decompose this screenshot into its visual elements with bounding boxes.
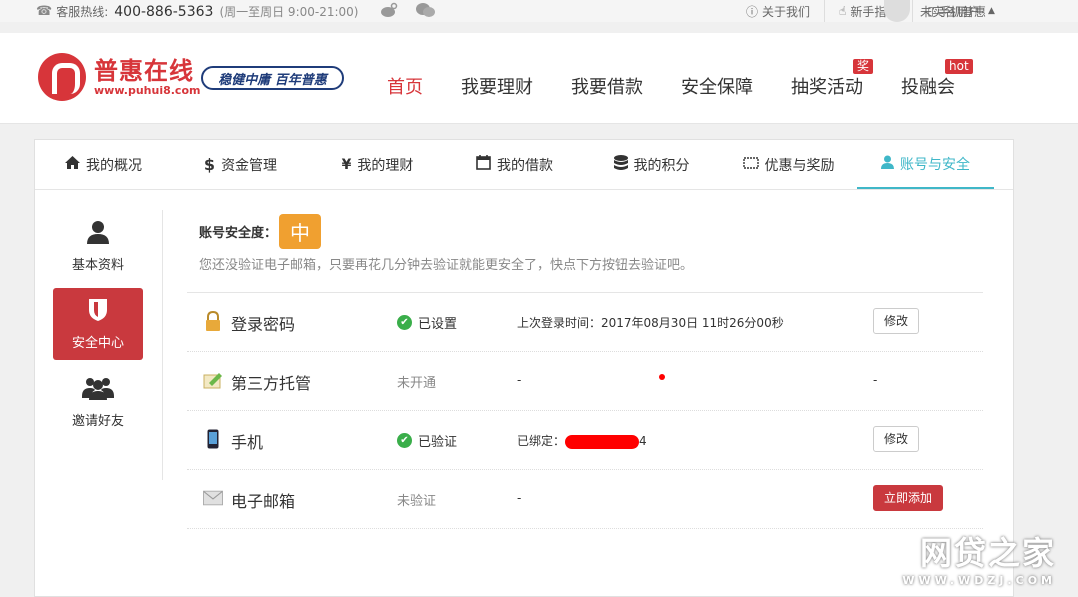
nav-item-2[interactable]: 我要借款 <box>571 73 643 99</box>
social-links <box>380 2 435 18</box>
tab-account-security[interactable]: 账号与安全 <box>857 140 994 189</box>
about-link[interactable]: ⓘ 关于我们 <box>732 0 824 22</box>
slogan: 稳健中庸 百年普惠 <box>201 66 344 90</box>
users-icon <box>82 376 114 406</box>
security-row-email: 电子邮箱 未验证 - 立即添加 <box>187 470 983 529</box>
phone-icon <box>203 429 223 449</box>
wechat-icon[interactable] <box>416 2 435 18</box>
brand-url: www.puhui8.com <box>94 84 201 97</box>
dollar-icon: $ <box>203 155 216 174</box>
top-bar: ☎ 客服热线: 400-886-5363 (周一至周日 9:00-21:00) … <box>0 0 1078 22</box>
escrow-icon <box>203 370 223 390</box>
brand-name: 普惠在线 <box>94 57 194 85</box>
nav-item-3[interactable]: 安全保障 <box>681 73 753 99</box>
hotline: ☎ 客服热线: 400-886-5363 (周一至周日 9:00-21:00) <box>36 3 358 20</box>
row-name: 电子邮箱 <box>231 492 296 511</box>
logo[interactable]: 普惠在线 www.puhui8.com 稳健中庸 百年普惠 <box>38 53 344 101</box>
row-status: ✔ 已设置 <box>397 313 457 332</box>
nav-badge: 奖 <box>853 59 874 74</box>
security-hint: 您还没验证电子邮箱，只要再花几分钟去验证就能更安全了，快点下方按钮去验证吧。 <box>199 258 694 273</box>
check-circle-icon: ✔ <box>397 433 412 448</box>
tab-funds[interactable]: $ 资金管理 <box>172 140 309 189</box>
security-level-badge: 中 <box>279 214 322 249</box>
sidebar: 基本资料 安全中心 邀请好友 <box>53 210 163 480</box>
hotline-number: 400-886-5363 <box>114 3 214 20</box>
ticket-icon <box>742 156 759 173</box>
row-status: ✔ 已验证 <box>397 431 457 450</box>
yen-icon: ¥ <box>341 156 352 173</box>
row-status: 未验证 <box>397 494 437 509</box>
security-items: 登录密码 ✔ 已设置 上次登录时间：2017年08月30日 11时26分00秒 … <box>187 292 983 529</box>
row-detail: 已绑定： 4 <box>517 434 647 449</box>
redacted-phone <box>565 434 640 449</box>
watermark: 网贷之家 WWW.WDZJ.COM <box>902 534 1056 587</box>
telephone-icon: ☎ <box>36 4 53 19</box>
caret-up-icon: ▲ <box>988 6 995 16</box>
nav-item-4[interactable]: 抽奖活动奖 <box>791 59 874 99</box>
row-detail: 上次登录时间：2017年08月30日 11时26分00秒 <box>517 316 784 330</box>
tab-overview[interactable]: 我的概况 <box>35 140 172 189</box>
account-tabs: 我的概况 $ 资金管理 ¥ 我的理财 我的借款 我的积分 优惠与奖励 账号与安全 <box>35 140 1013 190</box>
sidebar-item-invite[interactable]: 邀请好友 <box>53 366 143 438</box>
hand-icon: ☝ <box>839 4 847 18</box>
hotline-hours: (周一至周日 9:00-21:00) <box>219 5 359 19</box>
mail-icon <box>203 488 223 508</box>
tab-rewards[interactable]: 优惠与奖励 <box>720 140 857 189</box>
security-level-label: 账号安全度： <box>199 226 278 241</box>
row-name: 登录密码 <box>231 315 296 334</box>
lock-icon <box>203 311 223 331</box>
info-icon: ⓘ <box>746 4 759 19</box>
main-nav: 首页 我要理财 我要借款 安全保障 抽奖活动奖投融会 hot <box>387 59 993 99</box>
user-icon <box>881 155 894 173</box>
row-name: 手机 <box>231 433 264 452</box>
security-row-phone: 手机 ✔ 已验证 已绑定： 4 修改 <box>187 411 983 470</box>
site-header: 普惠在线 www.puhui8.com 稳健中庸 百年普惠 首页 我要理财 我要借款… <box>0 33 1078 124</box>
sidebar-item-profile[interactable]: 基本资料 <box>53 210 143 282</box>
nav-badge: hot <box>945 59 973 74</box>
security-level: 账号安全度： 中 <box>199 214 983 249</box>
check-circle-icon: ✔ <box>397 315 412 330</box>
user-icon <box>87 220 109 250</box>
red-dot <box>659 374 665 380</box>
modify-password-button[interactable]: 修改 <box>873 308 920 334</box>
account-panel: 我的概况 $ 资金管理 ¥ 我的理财 我的借款 我的积分 优惠与奖励 账号与安全… <box>34 139 1014 597</box>
row-detail: - <box>517 491 522 505</box>
home-icon <box>65 156 80 173</box>
nav-item-5[interactable]: 投融会 hot <box>901 59 973 99</box>
row-status: 未开通 <box>397 376 437 391</box>
shield-icon <box>88 298 108 328</box>
add-email-button[interactable]: 立即添加 <box>873 485 944 511</box>
database-icon <box>613 154 628 175</box>
security-row-password: 登录密码 ✔ 已设置 上次登录时间：2017年08月30日 11时26分00秒 … <box>187 293 983 352</box>
sidebar-item-security[interactable]: 安全中心 <box>53 288 143 360</box>
tab-points[interactable]: 我的积分 <box>583 140 720 189</box>
logo-mark <box>38 53 86 101</box>
username: 未实名用户 <box>920 4 981 19</box>
row-name: 第三方托管 <box>231 374 312 393</box>
weibo-icon[interactable] <box>380 2 398 18</box>
calendar-icon <box>476 155 491 174</box>
nav-item-0[interactable]: 首页 <box>387 73 423 99</box>
modify-phone-button[interactable]: 修改 <box>873 426 920 452</box>
tab-investments[interactable]: ¥ 我的理财 <box>309 140 446 189</box>
row-action: - <box>873 373 878 387</box>
security-center: 账号安全度： 中 您还没验证电子邮箱，只要再花几分钟去验证就能更安全了，快点下方… <box>187 210 983 529</box>
nav-item-1[interactable]: 我要理财 <box>461 73 533 99</box>
tab-loans[interactable]: 我的借款 <box>446 140 583 189</box>
hotline-label: 客服热线: <box>56 5 109 19</box>
avatar <box>884 0 910 22</box>
security-row-escrow: 第三方托管 未开通 - - <box>187 352 983 411</box>
row-detail: - <box>517 373 522 387</box>
user-menu[interactable]: 未实名用户 ▲ <box>884 0 995 22</box>
